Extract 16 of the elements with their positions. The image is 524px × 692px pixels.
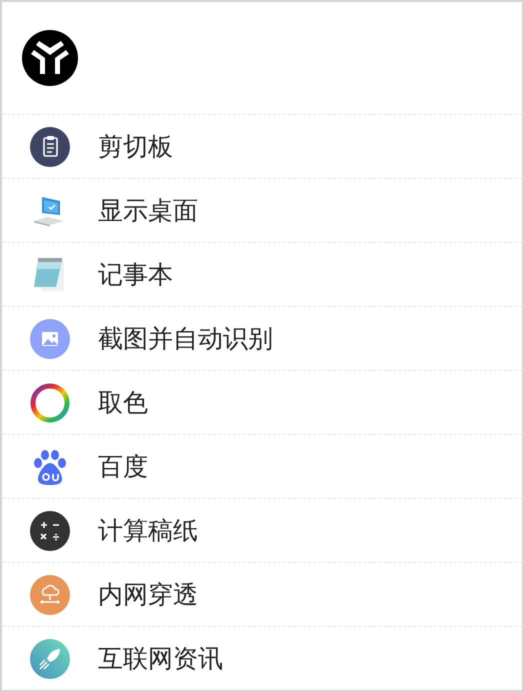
calculator-icon: [30, 510, 70, 550]
cloud-network-icon: [30, 574, 70, 614]
menu-item[interactable]: 显示桌面: [2, 179, 522, 243]
logo-icon: [22, 30, 78, 86]
menu-item[interactable]: 剪切板: [2, 115, 522, 179]
rocket-icon: [30, 639, 70, 679]
clipboard-icon: [30, 126, 70, 166]
menu-item[interactable]: 取色: [2, 371, 522, 435]
menu-item[interactable]: 互联网资讯: [2, 627, 522, 690]
image-icon: [30, 318, 70, 358]
menu-item[interactable]: 计算稿纸: [2, 499, 522, 563]
menu-item[interactable]: 百度: [2, 435, 522, 499]
color-wheel-icon: [30, 382, 70, 422]
menu-item[interactable]: 内网穿透: [2, 563, 522, 627]
menu-item[interactable]: 记事本: [2, 243, 522, 307]
menu-item[interactable]: 截图并自动识别: [2, 307, 522, 371]
